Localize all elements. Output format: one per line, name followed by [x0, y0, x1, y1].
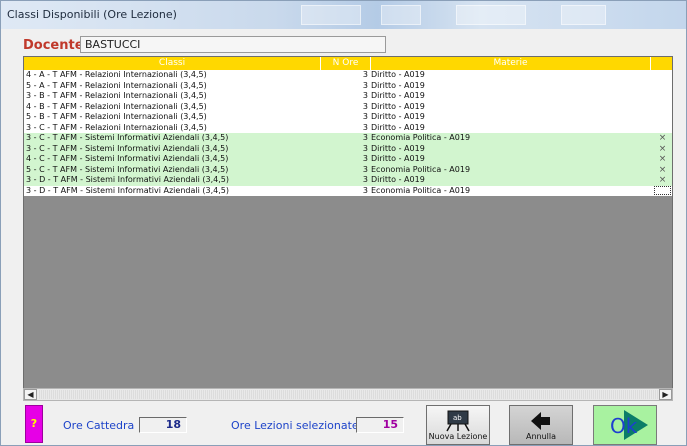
- cell-materia: Diritto - A019: [371, 80, 425, 90]
- table-row[interactable]: 5 - A - T AFM - Relazioni Internazionali…: [24, 80, 672, 92]
- ore-lezioni-value: 15: [356, 417, 404, 433]
- back-arrow-icon: [531, 412, 550, 430]
- horizontal-scrollbar[interactable]: ◀ ▶: [23, 388, 673, 401]
- help-button[interactable]: ?: [25, 405, 43, 443]
- cell-check[interactable]: [651, 70, 672, 81]
- nuova-lezione-button[interactable]: ab Nuova Lezione: [426, 405, 490, 445]
- table-row[interactable]: 3 - D - T AFM - Sistemi Informativi Azie…: [24, 185, 672, 197]
- column-header-classi[interactable]: Classi: [24, 57, 321, 70]
- grid-header: Classi N Ore Materie: [24, 57, 672, 70]
- cell-n-ore: 3: [362, 185, 368, 195]
- cell-classe: 5 - B - T AFM - Relazioni Internazionali…: [26, 112, 207, 121]
- table-row[interactable]: 4 - B - T AFM - Relazioni Internazionali…: [24, 101, 672, 113]
- cell-materia: Economia Politica - A019: [371, 185, 471, 195]
- cell-n-ore: 3: [362, 80, 368, 90]
- table-row[interactable]: 3 - C - T AFM - Sistemi Informativi Azie…: [24, 133, 672, 144]
- ore-lezioni-label: Ore Lezioni selezionate: [231, 419, 359, 432]
- column-header-n-ore[interactable]: N Ore: [321, 57, 371, 70]
- cell-classe: 5 - A - T AFM - Relazioni Internazionali…: [26, 80, 207, 90]
- cell-check[interactable]: [651, 185, 672, 197]
- cell-classe: 4 - B - T AFM - Relazioni Internazionali…: [26, 101, 207, 111]
- cell-n-ore: 3: [362, 91, 368, 100]
- cell-materia: Economia Politica - A019: [371, 133, 471, 142]
- table-row[interactable]: 4 - A - T AFM - Relazioni Internazionali…: [24, 70, 672, 81]
- cell-check[interactable]: [651, 91, 672, 102]
- cell-materia: Diritto - A019: [371, 101, 425, 111]
- cell-n-ore: 3: [362, 154, 368, 163]
- title-bar: Classi Disponibili (Ore Lezione): [1, 1, 686, 29]
- cell-materia: Economia Politica - A019: [371, 164, 471, 174]
- ore-cattedra-value: 18: [139, 417, 187, 433]
- table-row[interactable]: 3 - C - T AFM - Relazioni Internazionali…: [24, 122, 672, 134]
- cell-n-ore: 3: [362, 175, 368, 184]
- table-row[interactable]: 4 - C - T AFM - Sistemi Informativi Azie…: [24, 154, 672, 165]
- cell-n-ore: 3: [362, 133, 368, 142]
- table-row[interactable]: 3 - C - T AFM - Sistemi Informativi Azie…: [24, 143, 672, 155]
- annulla-label: Annulla: [525, 432, 557, 441]
- cell-materia: Diritto - A019: [371, 143, 425, 153]
- cell-check[interactable]: ×: [651, 165, 672, 176]
- cell-classe: 3 - D - T AFM - Sistemi Informativi Azie…: [26, 185, 229, 195]
- cell-check[interactable]: [651, 81, 672, 92]
- cell-materia: Diritto - A019: [371, 91, 425, 100]
- column-header-check: [651, 57, 672, 70]
- cell-check[interactable]: ×: [651, 175, 672, 186]
- scroll-track[interactable]: [38, 390, 658, 399]
- cell-classe: 3 - C - T AFM - Relazioni Internazionali…: [26, 122, 207, 132]
- cell-classe: 3 - B - T AFM - Relazioni Internazionali…: [26, 91, 207, 100]
- scroll-left-icon[interactable]: ◀: [24, 389, 37, 400]
- cell-classe: 4 - A - T AFM - Relazioni Internazionali…: [26, 70, 207, 79]
- cell-classe: 3 - D - T AFM - Sistemi Informativi Azie…: [26, 175, 229, 184]
- dialog-window: Classi Disponibili (Ore Lezione) Docente…: [0, 0, 687, 446]
- cell-check[interactable]: [651, 112, 672, 123]
- window-title: Classi Disponibili (Ore Lezione): [7, 8, 177, 21]
- cell-classe: 3 - C - T AFM - Sistemi Informativi Azie…: [26, 133, 229, 142]
- blackboard-icon: ab: [446, 410, 470, 432]
- cell-n-ore: 3: [362, 112, 368, 121]
- cell-n-ore: 3: [362, 101, 368, 111]
- scroll-right-icon[interactable]: ▶: [659, 389, 672, 400]
- cell-check[interactable]: [651, 123, 672, 134]
- ok-button[interactable]: Ok: [593, 405, 657, 445]
- nuova-lezione-label: Nuova Lezione: [428, 432, 488, 441]
- table-row[interactable]: 5 - C - T AFM - Sistemi Informativi Azie…: [24, 164, 672, 176]
- focus-cell[interactable]: [654, 185, 671, 195]
- cell-materia: Diritto - A019: [371, 154, 425, 163]
- ok-label: Ok: [610, 414, 638, 438]
- cell-materia: Diritto - A019: [371, 122, 425, 132]
- column-header-materie[interactable]: Materie: [371, 57, 651, 70]
- cell-n-ore: 3: [362, 70, 368, 79]
- docente-field: BASTUCCI: [80, 36, 386, 53]
- cell-check[interactable]: ×: [651, 154, 672, 165]
- cell-classe: 3 - C - T AFM - Sistemi Informativi Azie…: [26, 143, 229, 153]
- cell-n-ore: 3: [362, 122, 368, 132]
- cell-materia: Diritto - A019: [371, 112, 425, 121]
- table-row[interactable]: 3 - D - T AFM - Sistemi Informativi Azie…: [24, 175, 672, 186]
- ok-arrow-icon: Ok: [610, 410, 648, 440]
- blackboard-icon-text: ab: [453, 414, 462, 422]
- cell-materia: Diritto - A019: [371, 70, 425, 79]
- table-row[interactable]: 5 - B - T AFM - Relazioni Internazionali…: [24, 112, 672, 123]
- cell-classe: 5 - C - T AFM - Sistemi Informativi Azie…: [26, 164, 229, 174]
- table-row[interactable]: 3 - B - T AFM - Relazioni Internazionali…: [24, 91, 672, 102]
- docente-label: Docente: [23, 38, 84, 53]
- cell-check[interactable]: ×: [651, 133, 672, 144]
- annulla-button[interactable]: Annulla: [509, 405, 573, 445]
- cell-materia: Diritto - A019: [371, 175, 425, 184]
- grid-rows: 4 - A - T AFM - Relazioni Internazionali…: [24, 70, 672, 197]
- cell-check[interactable]: [651, 102, 672, 113]
- classes-grid[interactable]: Classi N Ore Materie 4 - A - T AFM - Rel…: [23, 56, 673, 401]
- cell-classe: 4 - C - T AFM - Sistemi Informativi Azie…: [26, 154, 229, 163]
- cell-check[interactable]: ×: [651, 144, 672, 155]
- ore-cattedra-label: Ore Cattedra: [63, 419, 135, 432]
- cell-n-ore: 3: [362, 164, 368, 174]
- cell-n-ore: 3: [362, 143, 368, 153]
